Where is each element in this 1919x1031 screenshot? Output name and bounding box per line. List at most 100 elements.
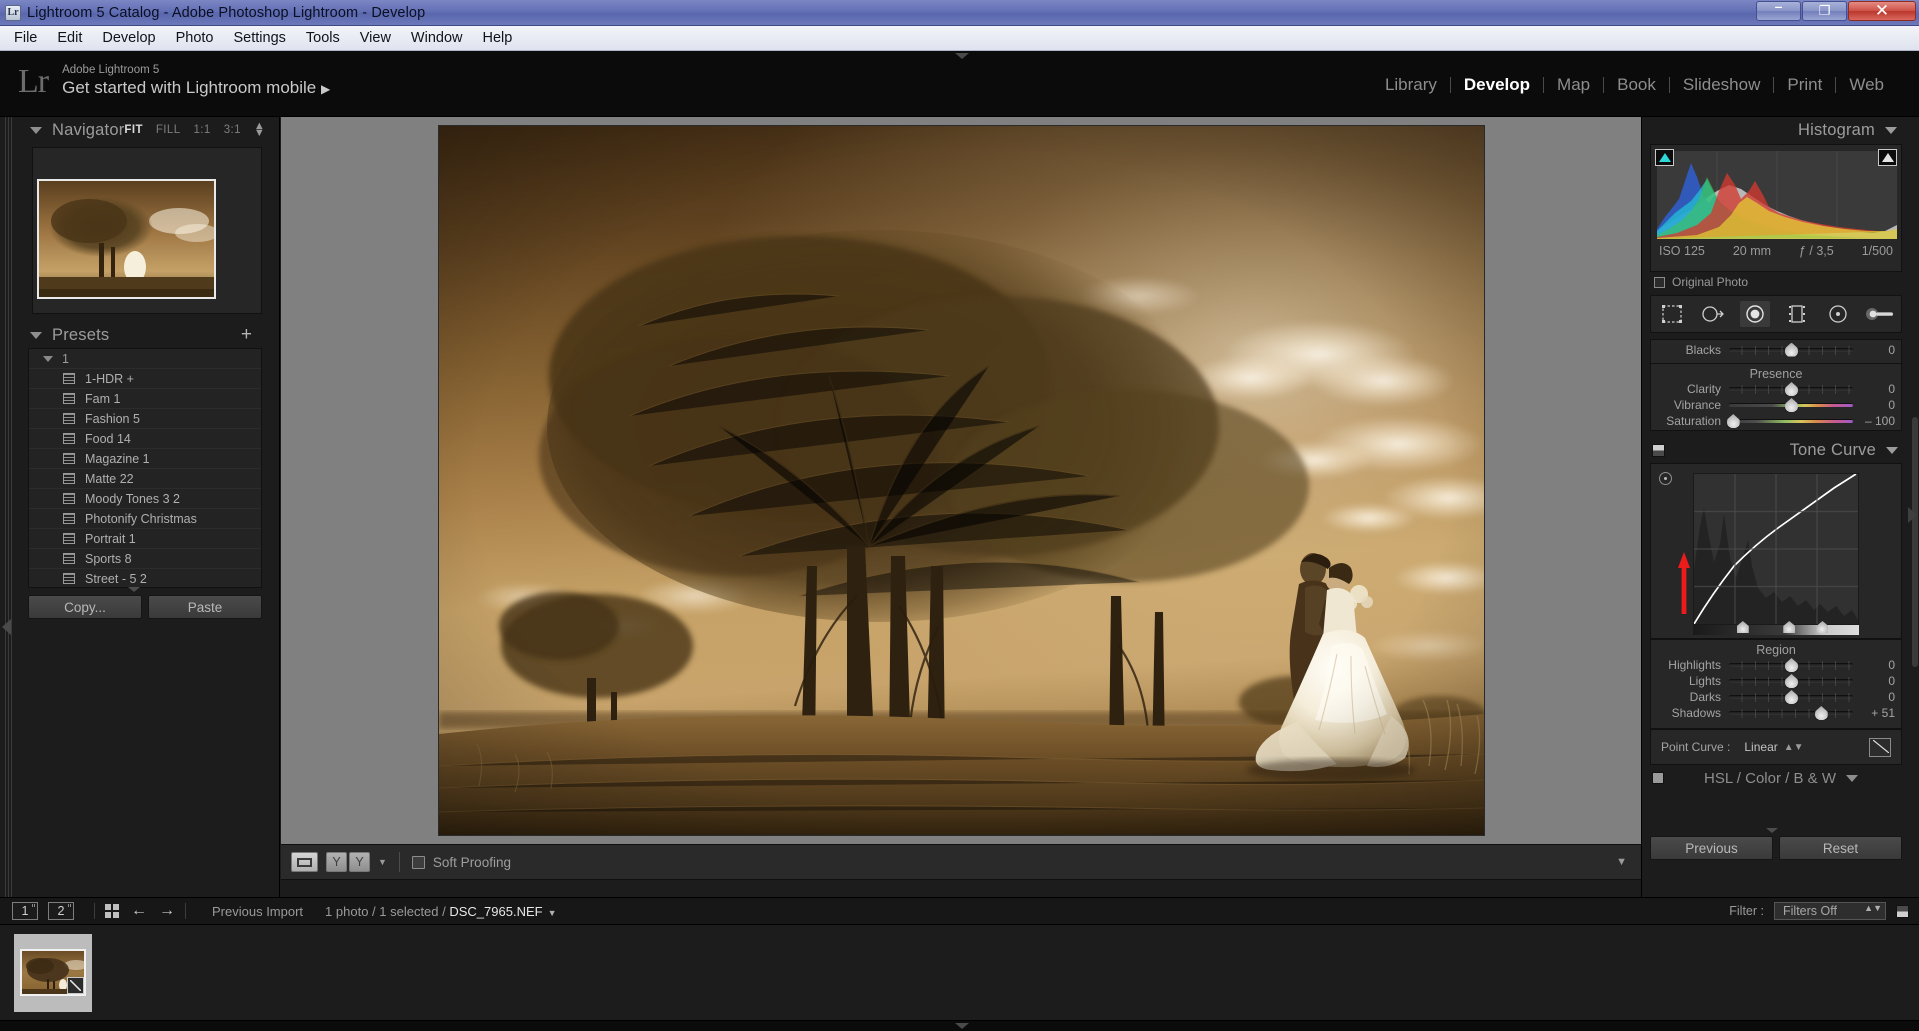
chevron-down-icon[interactable] (30, 126, 42, 134)
presets-list[interactable]: 1 1-HDR + Fam 1 Fashion 5 Food 14 Magazi… (28, 348, 262, 588)
nav-mode-1-1[interactable]: 1:1 (194, 124, 211, 136)
nav-mode-fill[interactable]: FILL (156, 124, 181, 136)
copy-button[interactable]: Copy... (28, 595, 142, 619)
develop-adjustments-badge-icon[interactable] (67, 977, 84, 994)
chevron-down-icon[interactable]: ▼ (378, 857, 387, 867)
edit-point-curve-button[interactable] (1869, 737, 1891, 757)
paste-button[interactable]: Paste (148, 595, 262, 619)
navigator-preview-box[interactable] (32, 147, 262, 314)
module-map[interactable]: Map (1544, 75, 1603, 95)
stepper-icon[interactable]: ▲▼ (1864, 904, 1882, 913)
menu-tools[interactable]: Tools (296, 28, 350, 48)
histogram-panel[interactable]: ISO 125 20 mm ƒ / 3,5 1/500 (1650, 144, 1902, 272)
previous-button[interactable]: Previous (1650, 836, 1773, 860)
point-curve-stepper-icon[interactable]: ▲▼ (1784, 742, 1804, 753)
saturation-slider[interactable] (1726, 414, 1853, 428)
red-eye-correction-tool[interactable] (1740, 301, 1771, 327)
navigator-header[interactable]: Navigator FIT FILL 1:1 3:1 ▲ ▼ (18, 117, 265, 143)
list-item[interactable]: Matte 22 (29, 469, 261, 489)
list-item[interactable]: Fam 1 (29, 389, 261, 409)
filmstrip-selection-info[interactable]: 1 photo / 1 selected / DSC_7965.NEF ▼ (325, 904, 556, 919)
targeted-adjustment-tool-icon[interactable] (1659, 472, 1672, 485)
list-item[interactable]: Portrait 1 (29, 529, 261, 549)
histogram-plot[interactable] (1657, 151, 1897, 239)
right-panel-scrollbar[interactable] (1912, 417, 1918, 667)
reset-button[interactable]: Reset (1779, 836, 1902, 860)
filmstrip-source-label[interactable]: Previous Import (212, 904, 303, 919)
chevron-down-icon[interactable] (1845, 774, 1858, 782)
loupe-view-icon[interactable] (291, 852, 318, 872)
play-arrow-icon[interactable]: ▶ (321, 82, 330, 96)
left-panel-collapse-arrow[interactable] (128, 587, 140, 592)
list-item[interactable]: Photonify Christmas (29, 509, 261, 529)
tone-curve-toggle-switch[interactable] (1652, 444, 1665, 457)
menu-file[interactable]: File (4, 28, 47, 48)
chevron-down-icon[interactable] (30, 331, 42, 339)
hsl-toggle-switch[interactable] (1652, 772, 1664, 784)
module-develop[interactable]: Develop (1451, 75, 1543, 95)
list-item[interactable]: Food 14 (29, 429, 261, 449)
shadows-slider-row[interactable]: Shadows + 51 (1651, 705, 1901, 721)
shadow-clipping-indicator[interactable] (1655, 149, 1674, 166)
source-button-1[interactable]: 1 (12, 902, 38, 920)
radial-filter-tool[interactable] (1823, 301, 1853, 327)
module-library[interactable]: Library (1372, 75, 1450, 95)
module-book[interactable]: Book (1604, 75, 1669, 95)
image-canvas[interactable] (281, 117, 1641, 844)
nav-mode-3-1[interactable]: 3:1 (224, 124, 241, 136)
go-forward-arrow-icon[interactable]: → (159, 902, 175, 920)
module-web[interactable]: Web (1836, 75, 1897, 95)
photo-preview[interactable] (438, 126, 1484, 835)
restore-button[interactable]: ❐ (1802, 1, 1847, 21)
add-preset-icon[interactable]: + (241, 325, 252, 344)
filter-flag-swatch[interactable] (1896, 904, 1909, 918)
spot-removal-tool[interactable] (1698, 301, 1728, 327)
blacks-slider-row[interactable]: Blacks 0 (1651, 340, 1901, 357)
soft-proofing-checkbox[interactable] (411, 855, 425, 869)
histogram-header[interactable]: Histogram (1642, 117, 1919, 143)
chevron-down-icon[interactable] (1886, 446, 1898, 454)
right-panel-collapse-arrow[interactable] (1766, 828, 1778, 833)
menu-window[interactable]: Window (401, 28, 473, 48)
go-back-arrow-icon[interactable]: ← (131, 902, 147, 920)
highlight-clipping-indicator[interactable] (1878, 149, 1897, 166)
lights-slider-row[interactable]: Lights 0 (1651, 673, 1901, 689)
vibrance-slider[interactable] (1729, 398, 1853, 412)
shadows-slider[interactable] (1729, 706, 1853, 720)
preset-group-1[interactable]: 1 (29, 349, 261, 369)
vibrance-slider-row[interactable]: Vibrance 0 (1651, 397, 1901, 413)
hsl-color-bw-header[interactable]: HSL / Color / B & W (1642, 767, 1919, 789)
identity-plate[interactable]: Lr Adobe Lightroom 5 Get started with Li… (18, 63, 330, 100)
tone-curve-range-slider[interactable] (1693, 621, 1859, 635)
top-panel-collapse-arrow[interactable] (955, 53, 969, 59)
list-item[interactable]: Moody Tones 3 2 (29, 489, 261, 509)
chevron-down-icon[interactable] (43, 355, 53, 362)
zoom-stepper-icon[interactable]: ▲ ▼ (254, 121, 265, 139)
clarity-slider-row[interactable]: Clarity 0 (1651, 381, 1901, 397)
tone-curve-panel[interactable] (1650, 463, 1902, 639)
left-panel-grip[interactable] (0, 117, 18, 897)
nav-mode-fit[interactable]: FIT (124, 124, 142, 136)
menu-settings[interactable]: Settings (223, 28, 295, 48)
menu-edit[interactable]: Edit (47, 28, 92, 48)
point-curve-value[interactable]: Linear (1744, 740, 1777, 754)
tone-curve-header[interactable]: Tone Curve (1642, 437, 1919, 463)
menu-develop[interactable]: Develop (92, 28, 165, 48)
list-item[interactable]: Fashion 5 (29, 409, 261, 429)
before-after-y-left[interactable]: Y (326, 852, 347, 872)
right-panel-show-hide-arrow[interactable] (1908, 507, 1917, 523)
toolbar-options-chevron-icon[interactable]: ▼ (1616, 856, 1627, 868)
menu-help[interactable]: Help (473, 28, 523, 48)
grid-view-icon[interactable] (105, 904, 119, 918)
clarity-slider[interactable] (1729, 382, 1853, 396)
before-after-y-right[interactable]: Y (349, 852, 370, 872)
menu-photo[interactable]: Photo (166, 28, 224, 48)
darks-slider[interactable] (1729, 690, 1853, 704)
checkbox-icon[interactable] (1654, 276, 1665, 288)
point-curve-row[interactable]: Point Curve : Linear ▲▼ (1650, 729, 1902, 765)
chevron-down-icon[interactable]: ▼ (548, 908, 557, 918)
darks-slider-row[interactable]: Darks 0 (1651, 689, 1901, 705)
tone-curve-graph[interactable] (1693, 473, 1859, 625)
module-slideshow[interactable]: Slideshow (1670, 75, 1774, 95)
filmstrip-collapse-arrow[interactable] (955, 1023, 969, 1029)
